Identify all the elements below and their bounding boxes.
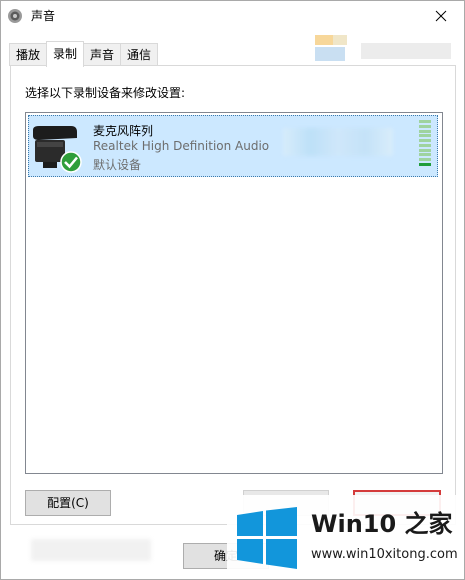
level-segment [419, 120, 431, 123]
tab-communications[interactable]: 通信 [120, 43, 159, 66]
title-bar: 声音 [1, 1, 464, 31]
level-segment [419, 139, 431, 143]
level-segment [419, 124, 431, 128]
device-name: 麦克风阵列 [93, 124, 154, 138]
tab-strip: 播放 录制 声音 通信 [9, 41, 159, 67]
windows-logo-icon [237, 507, 297, 569]
blurred-region [283, 128, 393, 156]
close-icon [435, 10, 447, 22]
watermark: Win10 之家 www.win10xitong.com [227, 495, 463, 579]
window-title: 声音 [31, 9, 56, 23]
watermark-url: www.win10xitong.com [311, 547, 458, 562]
level-segment [419, 162, 431, 166]
device-list[interactable]: 麦克风阵列 Realtek High Definition Audio 默认设备 [25, 112, 443, 474]
device-item-microphone-array[interactable]: 麦克风阵列 Realtek High Definition Audio 默认设备 [28, 115, 438, 177]
blurred-region [315, 35, 451, 61]
tab-sounds[interactable]: 声音 [83, 43, 122, 66]
device-driver: Realtek High Definition Audio [93, 139, 270, 153]
tab-recording[interactable]: 录制 [46, 41, 85, 67]
level-segment [419, 143, 431, 147]
sound-dialog: 声音 播放 录制 声音 通信 选择以下录制设备来修改设置: 麦克风阵列 Real… [0, 0, 465, 580]
level-segment [419, 158, 431, 162]
microphone-array-icon [33, 126, 82, 173]
configure-button[interactable]: 配置(C) [25, 490, 111, 516]
tab-playback[interactable]: 播放 [9, 43, 48, 66]
level-segment [419, 129, 431, 133]
device-status: 默认设备 [93, 158, 142, 172]
level-meter [419, 120, 431, 166]
watermark-title: Win10 之家 [311, 510, 453, 538]
level-segment [419, 153, 431, 157]
close-button[interactable] [418, 1, 464, 31]
recording-panel: 选择以下录制设备来修改设置: 麦克风阵列 Realtek High Defini… [10, 65, 456, 525]
level-segment [419, 134, 431, 138]
blurred-region [31, 539, 151, 561]
speaker-icon [8, 9, 22, 23]
level-segment [419, 148, 431, 152]
instructions-label: 选择以下录制设备来修改设置: [25, 86, 186, 100]
